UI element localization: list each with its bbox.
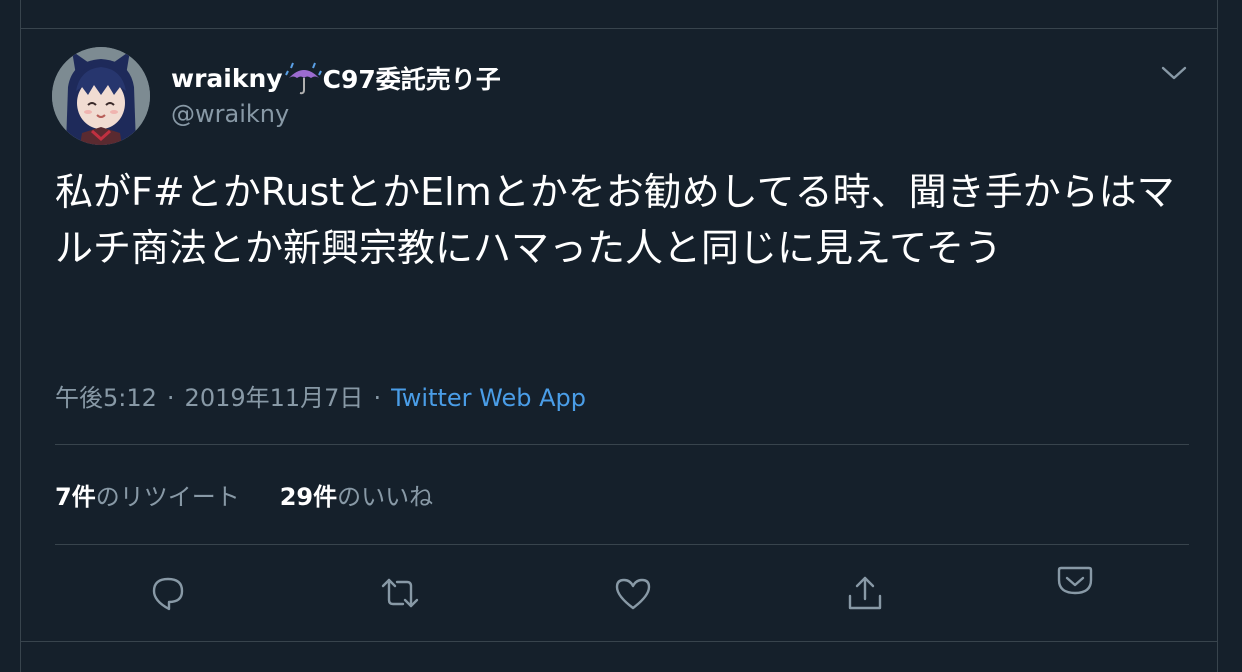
likes-count: 29件: [279, 483, 338, 511]
heart-icon: [615, 578, 651, 610]
likes-label: のいいね: [337, 483, 434, 511]
retweets-label: のリツイート: [95, 483, 240, 511]
stats-divider: [55, 544, 1189, 545]
tweet-time[interactable]: 午後5:12: [55, 384, 157, 412]
meta-divider: [55, 444, 1189, 445]
share-icon: [848, 576, 882, 610]
reply-button[interactable]: [147, 572, 189, 614]
pocket-button[interactable]: [1054, 560, 1096, 602]
retweet-icon: [381, 578, 419, 608]
like-button[interactable]: [612, 572, 654, 614]
avatar-image: [52, 47, 150, 145]
bottom-divider: [21, 641, 1217, 642]
pocket-icon: [1057, 566, 1093, 595]
tweet-column: wraikny C97委託売り子 @wraikny 私がF#とかRustとかEl…: [20, 0, 1218, 672]
top-divider: [21, 28, 1217, 29]
retweet-button[interactable]: [379, 572, 421, 614]
author-name-row[interactable]: wraikny C97委託売り子: [171, 60, 501, 96]
retweets-stat[interactable]: 7件のリツイート: [55, 477, 240, 512]
tweet-date[interactable]: 2019年11月7日: [185, 384, 364, 412]
meta-separator: ·: [166, 384, 175, 412]
tweet-meta: 午後5:12 · 2019年11月7日 · Twitter Web App: [55, 378, 586, 413]
user-handle[interactable]: @wraikny: [171, 100, 289, 128]
umbrella-with-rain-icon: [284, 60, 323, 96]
tweet-source-link[interactable]: Twitter Web App: [391, 384, 586, 412]
share-button[interactable]: [844, 572, 886, 614]
likes-stat[interactable]: 29件のいいね: [280, 477, 433, 512]
chevron-down-icon[interactable]: [1159, 60, 1189, 86]
tweet-text: 私がF#とかRustとかElmとかをお勧めしてる時、聞き手からはマルチ商法とか新…: [55, 170, 1175, 270]
tweet-stats: 7件のリツイート 29件のいいね: [55, 477, 473, 512]
meta-separator: ·: [373, 384, 382, 412]
retweets-count: 7件: [55, 483, 96, 511]
display-name[interactable]: wraikny: [171, 64, 283, 93]
avatar[interactable]: [52, 47, 150, 145]
reply-icon: [152, 577, 184, 611]
display-name-suffix[interactable]: C97委託売り子: [323, 60, 501, 96]
